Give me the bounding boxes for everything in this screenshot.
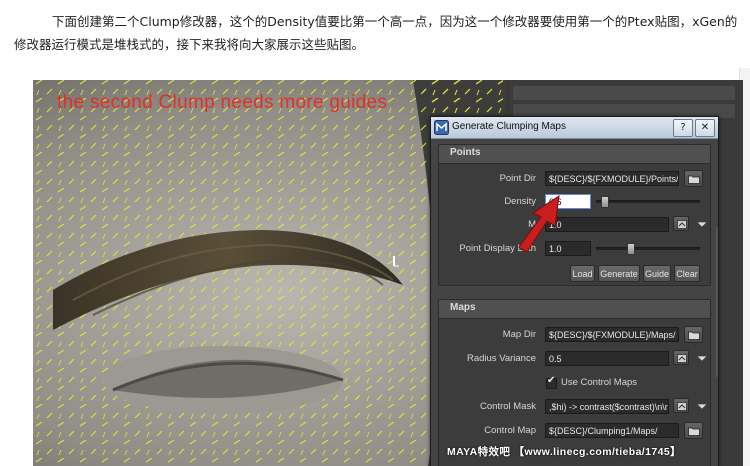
points-section-header[interactable]: Points: [439, 145, 710, 164]
dialog-titlebar[interactable]: Generate Clumping Maps ? ✕: [431, 117, 718, 139]
overlay-caption: the second Clump needs more guides: [57, 92, 388, 113]
help-button[interactable]: ?: [673, 119, 693, 137]
load-button[interactable]: Load: [570, 265, 595, 282]
chevron-down-icon[interactable]: [690, 399, 714, 414]
radius-variance-field[interactable]: 0.5: [545, 351, 669, 366]
density-slider-handle[interactable]: [601, 196, 610, 208]
red-arrow-icon: [518, 194, 560, 252]
mask-paint-button[interactable]: [673, 216, 689, 231]
guide-button[interactable]: Guide: [643, 265, 671, 282]
help-icon: ?: [680, 122, 686, 133]
point-display-length-slider-handle[interactable]: [627, 243, 636, 255]
maps-section-title: Maps: [450, 302, 476, 313]
embedded-screenshot: the second Clump needs more guides Gener…: [33, 80, 743, 466]
paint-icon: [677, 402, 687, 411]
chevron-down-icon[interactable]: [690, 351, 714, 366]
paint-icon: [677, 220, 687, 229]
control-mask-field[interactable]: ,$hi) -> contrast($contrast)\n\n: [545, 399, 669, 414]
dialog-title: Generate Clumping Maps: [452, 121, 566, 132]
use-control-maps-label: Use Control Maps: [561, 377, 638, 388]
control-mask-paint-button[interactable]: [673, 398, 689, 413]
control-map-label: Control Map: [484, 425, 536, 436]
map-dir-field[interactable]: ${DESC}/${FXMODULE}/Maps/: [545, 327, 679, 342]
watermark: MAYA特效吧 【www.linecg.com/tieba/1745】: [447, 446, 681, 458]
checkmark-icon: ✔: [547, 375, 556, 386]
folder-icon: [688, 427, 700, 436]
control-map-field[interactable]: ${DESC}/Clumping1/Maps/: [545, 423, 679, 438]
generate-clumping-maps-dialog: Generate Clumping Maps ? ✕ Points Point …: [430, 116, 719, 466]
close-icon: ✕: [700, 122, 710, 133]
maps-section: Maps Map Dir ${DESC}/${FXMODULE}/Maps/ R…: [438, 299, 711, 466]
folder-icon: [688, 331, 700, 340]
point-dir-field[interactable]: ${DESC}/${FXMODULE}/Points/: [545, 171, 679, 186]
clear-button[interactable]: Clear: [674, 265, 700, 282]
control-map-browse-button[interactable]: [684, 422, 703, 439]
article-paragraph: 下面创建第二个Clump修改器，这个的Density值要比第一个高一点，因为这一…: [14, 10, 744, 56]
radius-variance-label: Radius Variance: [466, 353, 536, 364]
folder-icon: [688, 175, 700, 184]
maps-section-header[interactable]: Maps: [439, 300, 710, 319]
point-dir-label: Point Dir: [499, 173, 536, 184]
map-dir-browse-button[interactable]: [684, 326, 703, 343]
maya-icon: [434, 120, 449, 135]
article-line: 下面创建第二个Clump修改器，这个的Density值要比第一个高一点，因为这一…: [14, 14, 738, 52]
dialog-scrollbar[interactable]: [716, 227, 718, 377]
use-control-maps-checkbox[interactable]: ✔: [546, 375, 557, 389]
close-button[interactable]: ✕: [695, 119, 715, 137]
radius-variance-paint-button[interactable]: [673, 350, 689, 365]
panel-bar: [513, 86, 735, 100]
map-dir-label: Map Dir: [502, 329, 536, 340]
points-section-title: Points: [450, 147, 481, 158]
paint-icon: [677, 354, 687, 363]
control-mask-label: Control Mask: [480, 401, 536, 412]
density-slider[interactable]: [596, 200, 700, 203]
generate-button[interactable]: Generate: [598, 265, 640, 282]
points-section: Points Point Dir ${DESC}/${FXMODULE}/Poi…: [438, 144, 711, 286]
point-display-length-slider[interactable]: [596, 247, 700, 250]
chevron-down-icon[interactable]: [690, 217, 714, 232]
point-dir-browse-button[interactable]: [684, 170, 703, 187]
